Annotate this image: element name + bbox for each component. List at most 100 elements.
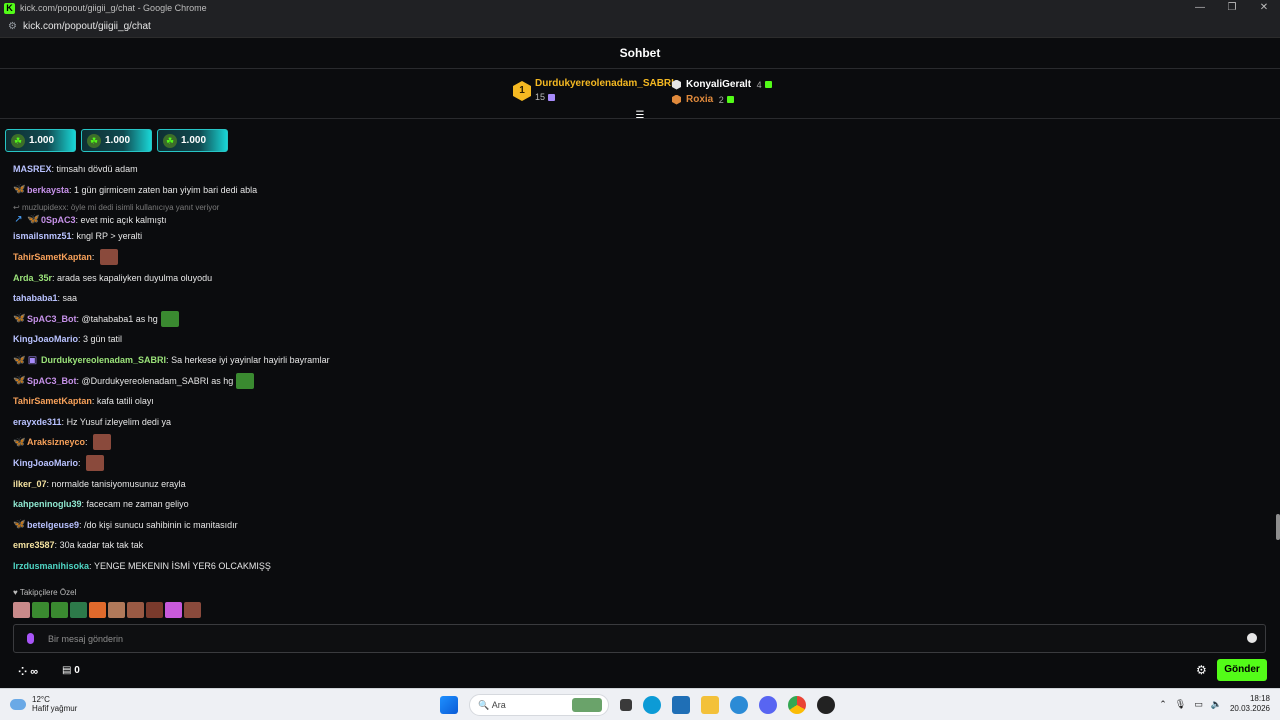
chat-message[interactable]: Arda_35r: arada ses kapaliyken duyulma o… [13, 267, 1263, 288]
chat-username[interactable]: SpAC3_Bot [27, 314, 77, 324]
follower-emote-icon[interactable] [13, 602, 30, 618]
collapse-icon[interactable]: ☰ [633, 111, 647, 121]
face-emote-icon[interactable] [86, 455, 105, 472]
microphone-icon[interactable]: 🎙 [1175, 699, 1186, 710]
scrollbar-thumb[interactable] [1276, 514, 1280, 540]
chat-username[interactable]: Irzdusmanihisoka [13, 561, 89, 571]
follower-emote-icon[interactable] [165, 602, 182, 618]
send-button[interactable]: Gönder [1217, 659, 1267, 681]
chat-message[interactable]: ilker_07: normalde tanisiyomusunuz erayl… [13, 473, 1263, 494]
butterfly-badge-icon[interactable]: 🦋 [13, 184, 25, 195]
clock[interactable]: 18:18 20.03.2026 [1230, 694, 1270, 714]
follower-emote-icon[interactable] [184, 602, 201, 618]
face-emote-icon[interactable] [93, 434, 112, 451]
chat-username[interactable]: berkaysta [27, 185, 69, 195]
face-emote-icon[interactable] [99, 249, 118, 266]
chat-username[interactable]: betelgeuse9 [27, 520, 79, 530]
chat-username[interactable]: ismailsnmz51 [13, 231, 72, 241]
minimize-button[interactable]: — [1184, 0, 1216, 16]
chat-message[interactable]: 🦋 SpAC3_Bot: @tahababa1 as hg [13, 309, 1263, 330]
butterfly-badge-icon[interactable]: 🦋 [13, 437, 25, 448]
chat-message[interactable]: KingJoaoMario: 3 gün tatil [13, 329, 1263, 350]
chat-username[interactable]: SpAC3_Bot [27, 376, 77, 386]
speaker-icon[interactable]: 🔈 [1211, 699, 1222, 710]
chevron-up-icon[interactable]: ⌃ [1159, 699, 1167, 710]
chat-message[interactable]: 🦋 betelgeuse9: /do kişi sunucu sahibinin … [13, 515, 1263, 536]
chat-username[interactable]: 0SpAC3 [41, 215, 76, 225]
pinned-gift-pill[interactable]: ☘ 1.000 [5, 129, 76, 152]
file-explorer-icon[interactable] [701, 696, 719, 714]
butterfly-badge-icon[interactable]: 🦋 [27, 214, 39, 225]
chat-username[interactable]: kahpeninoglu39 [13, 499, 82, 509]
butterfly-badge-icon[interactable]: 🦋 [13, 313, 25, 324]
follower-emote-icon[interactable] [51, 602, 68, 618]
monitor-icon[interactable]: ▭ [1194, 699, 1203, 710]
weather-widget[interactable]: 12°C Hafif yağmur [10, 695, 77, 713]
butterfly-badge-icon[interactable]: 🦋 [13, 519, 25, 530]
store-app-icon[interactable] [672, 696, 690, 714]
chat-message[interactable]: MASREX: timsahı dövdü adam [13, 159, 1263, 180]
points-icon[interactable]: ⁘ ∞ [18, 665, 38, 678]
restore-button[interactable]: ❐ [1216, 0, 1248, 16]
butterfly-badge-icon[interactable]: 🦋 [13, 355, 25, 366]
gift-badge-icon[interactable]: ▣ [27, 355, 38, 366]
chrome-icon[interactable] [788, 696, 806, 714]
chat-username[interactable]: KingJoaoMario [13, 458, 78, 468]
mic-icon[interactable] [27, 633, 34, 644]
chat-message[interactable]: 🦋 Araksizneyco: [13, 432, 1263, 453]
taskbar-search[interactable]: 🔍 Ara [469, 694, 609, 716]
discord-icon[interactable] [759, 696, 777, 714]
emoji-picker-icon[interactable] [1247, 633, 1257, 643]
settings-app-icon[interactable] [730, 696, 748, 714]
settings-gear-icon[interactable]: ⚙ [1196, 663, 1207, 677]
leaderboard-entry[interactable]: Roxia 2 [672, 92, 772, 107]
chat-message[interactable]: emre3587: 30a kadar tak tak tak [13, 535, 1263, 556]
chat-username[interactable]: erayxde311 [13, 417, 62, 427]
chat-message[interactable]: ismailsnmz51: kngl RP > yeralti [13, 226, 1263, 247]
leaderboard-first[interactable]: 1 Durdukyereolenadam_SABRI 15 [513, 78, 674, 102]
leaderboard-entry[interactable]: KonyaliGeralt 4 [672, 77, 772, 92]
tray-app-icon[interactable] [817, 696, 835, 714]
chat-message[interactable]: 🦋 ▣ Durdukyereolenadam_SABRI: Sa herkese i… [13, 350, 1263, 371]
chat-message[interactable]: tahababa1: saa [13, 288, 1263, 309]
chat-username[interactable]: MASREX [13, 164, 52, 174]
chat-message[interactable]: erayxde311: Hz Yusuf izleyelim dedi ya [13, 412, 1263, 433]
chat-username[interactable]: ilker_07 [13, 479, 47, 489]
chat-username[interactable]: Araksizneyco [27, 437, 85, 447]
url-text[interactable]: kick.com/popout/giigii_g/chat [23, 21, 151, 32]
pinned-gift-pill[interactable]: ☘ 1.000 [81, 129, 152, 152]
chat-message[interactable]: 🦋 SpAC3_Bot: @Durdukyereolenadam_SABRI as… [13, 370, 1263, 391]
chat-username[interactable]: emre3587 [13, 540, 55, 550]
site-settings-icon[interactable]: ⚙ [8, 21, 17, 32]
chat-username[interactable]: Arda_35r [13, 273, 52, 283]
pepe-emote-icon[interactable] [236, 372, 255, 389]
edge-icon[interactable] [643, 696, 661, 714]
task-view-icon[interactable] [620, 699, 632, 711]
chat-username[interactable]: Durdukyereolenadam_SABRI [41, 355, 166, 365]
chat-message[interactable]: ↗ 🦋 0SpAC3: evet mic açık kalmıştı [13, 213, 1263, 226]
chat-message[interactable]: TahirSametKaptan: [13, 247, 1263, 268]
chat-message[interactable]: 🦋 berkaysta: 1 gün girmicem zaten ban yiy… [13, 180, 1263, 201]
chat-username[interactable]: tahababa1 [13, 293, 58, 303]
follower-emote-icon[interactable] [146, 602, 163, 618]
store-button[interactable]: ▤ 0 [62, 665, 80, 676]
pinned-gift-pill[interactable]: ☘ 1.000 [157, 129, 228, 152]
butterfly-badge-icon[interactable]: 🦋 [13, 375, 25, 386]
close-button[interactable]: ✕ [1248, 0, 1280, 16]
chat-message[interactable]: Irzdusmanihisoka: YENGE MEKENIN İSMİ YER… [13, 556, 1263, 577]
follower-emote-icon[interactable] [89, 602, 106, 618]
chat-username[interactable]: TahirSametKaptan [13, 396, 92, 406]
message-input[interactable]: Bir mesaj gönderin [13, 624, 1266, 653]
follower-emote-icon[interactable] [70, 602, 87, 618]
follower-emote-icon[interactable] [108, 602, 125, 618]
chat-message[interactable]: kahpeninoglu39: facecam ne zaman geliyo [13, 494, 1263, 515]
chat-username[interactable]: TahirSametKaptan [13, 252, 92, 262]
chat-username[interactable]: KingJoaoMario [13, 334, 78, 344]
follower-emote-icon[interactable] [127, 602, 144, 618]
chat-message[interactable]: KingJoaoMario: [13, 453, 1263, 474]
pepe-emote-icon[interactable] [160, 310, 179, 327]
reply-context[interactable]: ↩ muzlupidexx: öyle mi dedi isimli kulla… [13, 201, 1263, 213]
follower-emote-icon[interactable] [32, 602, 49, 618]
chat-message[interactable]: TahirSametKaptan: kafa tatili olayı [13, 391, 1263, 412]
arrow-badge-icon[interactable]: ↗ [13, 214, 24, 225]
